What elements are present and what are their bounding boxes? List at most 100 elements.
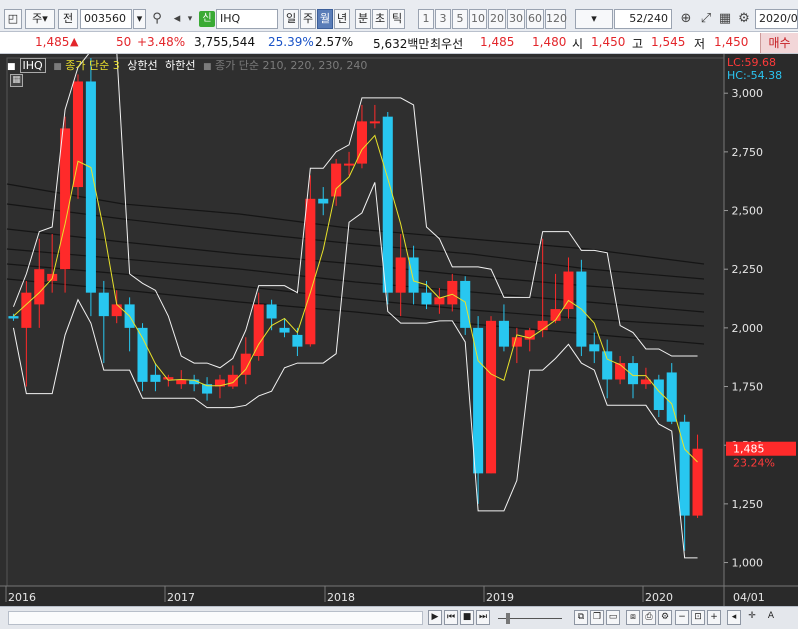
scroll-left-icon[interactable]: ◂ xyxy=(727,610,741,625)
legend-upper: 상한선 xyxy=(127,59,158,72)
open-price: 1,450 xyxy=(591,35,626,49)
candle-body xyxy=(21,292,32,328)
candle-body xyxy=(408,257,419,293)
stock-code-input[interactable]: 003560 xyxy=(80,9,132,29)
horizontal-scrollbar[interactable] xyxy=(8,611,423,625)
period-tab[interactable]: 일 xyxy=(283,9,299,29)
period-tab[interactable]: 틱 xyxy=(389,9,405,29)
candle-body xyxy=(485,320,497,474)
y-tick-label: 1,000 xyxy=(732,557,764,570)
chart-menu-icon[interactable]: ◰ xyxy=(4,9,22,29)
interval-button[interactable]: 1 xyxy=(418,9,434,29)
zoom-reset-icon[interactable]: ⊡ xyxy=(691,610,705,625)
candle-body xyxy=(382,116,393,293)
speaker-dropdown-icon[interactable]: ▾ xyxy=(184,9,196,29)
period-tab[interactable]: 주 xyxy=(300,9,316,29)
legend-square-icon: ■ xyxy=(53,62,62,72)
candle-body xyxy=(111,304,122,317)
legend-ticker: IHQ xyxy=(19,58,46,73)
interval-button[interactable]: 60 xyxy=(526,9,544,29)
zoom-slider[interactable] xyxy=(498,611,562,625)
high-price: 1,545 xyxy=(651,35,686,49)
calc-icon[interactable]: ▦ xyxy=(10,74,23,87)
candle-body xyxy=(72,81,84,188)
prev-button[interactable]: 전 xyxy=(58,9,78,29)
x-tick-label: 2016 xyxy=(8,591,36,604)
candle-body xyxy=(34,269,45,305)
candle-body xyxy=(266,304,277,319)
ratio-percent: 2.57% xyxy=(315,35,354,49)
crosshair-icon[interactable]: ✛ xyxy=(745,610,759,625)
period-type-select[interactable]: 주▾ xyxy=(25,9,55,29)
interval-button[interactable]: 5 xyxy=(452,9,468,29)
candle-body xyxy=(331,163,342,197)
price-pct-label: 23.24% xyxy=(733,457,775,470)
chart-legend: ■ IHQ ■ 종가 단순 3 상한선 하한선 ■ 종가 단순 210, 220,… xyxy=(7,57,371,73)
font-size-icon[interactable]: A xyxy=(764,610,778,625)
count-value: 52 xyxy=(629,12,644,25)
y-tick-label: 2,000 xyxy=(732,322,764,335)
low-label: 저 xyxy=(694,37,706,51)
period-tab[interactable]: 년 xyxy=(334,9,350,29)
stop-icon[interactable]: ■ xyxy=(460,610,474,625)
candle-body xyxy=(473,327,484,474)
count-total: /240 xyxy=(643,12,668,25)
zoom-out-icon[interactable]: − xyxy=(675,610,689,625)
period-tab[interactable]: 초 xyxy=(372,9,388,29)
candle-body xyxy=(563,271,574,310)
candle-body xyxy=(305,198,316,345)
gear-icon[interactable]: ⚙ xyxy=(735,9,753,29)
buy-button[interactable]: 매수 xyxy=(760,33,798,53)
interval-dropdown[interactable]: ▾ xyxy=(575,9,613,29)
bottom-bar: ▶ ⏮ ■ ⏭ ⧉ ❐ ▭ ⧈ ⎙ ⚙ − ⊡ + ◂ ✛ A xyxy=(0,606,798,629)
chart-area[interactable]: 1,0001,2501,5001,7502,0002,2502,5002,750… xyxy=(0,50,798,606)
y-tick-label: 2,250 xyxy=(732,263,764,276)
interval-button[interactable]: 120 xyxy=(545,9,567,29)
count-input[interactable]: 52/240 xyxy=(614,9,672,29)
candle-body xyxy=(498,320,509,347)
zoom-in-icon[interactable]: + xyxy=(707,610,721,625)
save-icon[interactable]: ⧈ xyxy=(626,610,640,625)
period-tab[interactable]: 분 xyxy=(355,9,371,29)
grid-icon[interactable]: ▦ xyxy=(716,9,734,29)
new-badge: 신 xyxy=(199,11,215,27)
copy-icon[interactable]: ❐ xyxy=(590,610,604,625)
lc-label: LC:59.68 xyxy=(727,56,776,69)
first-page-icon[interactable]: ⏮ xyxy=(444,610,458,625)
candle-body xyxy=(253,304,264,357)
scroll-right-icon[interactable]: ▶ xyxy=(428,610,442,625)
candle-body xyxy=(292,334,303,347)
up-triangle-icon: ▲ xyxy=(70,35,79,48)
interval-button[interactable]: 30 xyxy=(507,9,525,29)
candle-body xyxy=(60,128,71,270)
date-input[interactable]: 2020/0 xyxy=(755,9,798,29)
search-icon[interactable]: ⚲ xyxy=(148,9,166,29)
candle-body xyxy=(98,292,109,317)
window-icon[interactable]: ▭ xyxy=(606,610,620,625)
candle-body xyxy=(421,292,432,305)
y-tick-label: 1,750 xyxy=(732,381,764,394)
code-dropdown-icon[interactable]: ▾ xyxy=(133,9,146,29)
interval-button[interactable]: 10 xyxy=(469,9,487,29)
candle-body xyxy=(615,363,626,380)
stock-name-field[interactable]: IHQ xyxy=(216,9,278,29)
legend-square-icon: ■ xyxy=(202,62,212,72)
toolbar: ◰ 주▾ 전 003560 ▾ ⚲ ◂ ▾ 신 IHQ ▾ 52/240 ⊕ ⤢… xyxy=(0,0,798,32)
print-icon[interactable]: ⎙ xyxy=(642,610,656,625)
interval-button[interactable]: 20 xyxy=(488,9,506,29)
layout-icon[interactable]: ⧉ xyxy=(574,610,588,625)
settings-icon[interactable]: ⚙ xyxy=(658,610,672,625)
y-tick-label: 1,250 xyxy=(732,498,764,511)
last-page-icon[interactable]: ⏭ xyxy=(476,610,490,625)
expand-icon[interactable]: ⤢ xyxy=(697,9,715,29)
hc-label: HC:-54.38 xyxy=(727,69,782,82)
candlestick-chart[interactable]: 1,0001,2501,5001,7502,0002,2502,5002,750… xyxy=(0,50,798,606)
legend-square-icon: ■ xyxy=(7,62,16,72)
period-tab[interactable]: 월 xyxy=(317,9,333,29)
crosshair-icon[interactable]: ⊕ xyxy=(677,9,695,29)
legend-lower: 하한선 xyxy=(165,59,196,72)
price-tag-label: 1,485 xyxy=(733,443,765,456)
y-tick-label: 3,000 xyxy=(732,87,764,100)
interval-button[interactable]: 3 xyxy=(435,9,451,29)
best-bid: 1,480 xyxy=(532,35,567,49)
